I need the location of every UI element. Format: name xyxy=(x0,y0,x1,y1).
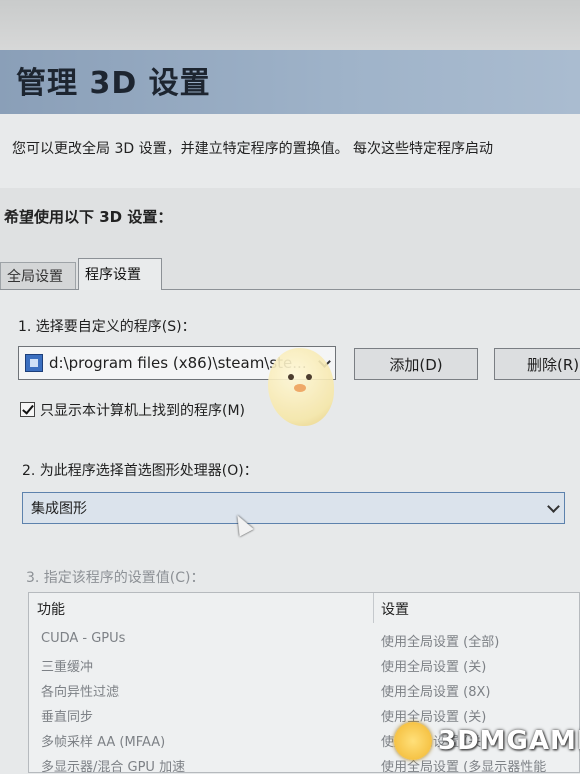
section-heading: 希望使用以下 3D 设置： xyxy=(4,208,173,226)
table-row[interactable]: 三重缓冲 使用全局设置 (关) xyxy=(29,656,579,681)
column-header-feature: 功能 xyxy=(37,602,65,618)
gpu-select-dropdown[interactable]: 集成图形 xyxy=(22,492,565,524)
row-feature: 三重缓冲 xyxy=(41,660,94,675)
chevron-down-icon xyxy=(547,500,560,513)
table-row[interactable]: 各向异性过滤 使用全局设置 (8X) xyxy=(29,681,579,706)
row-feature: 多帧采样 AA (MFAA) xyxy=(41,735,166,750)
step2-label: 2. 为此程序选择首选图形处理器(O)： xyxy=(22,463,258,479)
tab-global-settings[interactable]: 全局设置 xyxy=(0,262,76,290)
row-setting: 使用全局设置 (关) xyxy=(381,660,487,675)
show-local-programs-checkbox[interactable] xyxy=(20,402,35,417)
watermark-logo-icon xyxy=(394,722,432,760)
top-bezel xyxy=(0,0,580,50)
row-feature: 各向异性过滤 xyxy=(41,685,120,700)
remove-program-button[interactable]: 删除(R) xyxy=(494,348,580,380)
sticker-eye xyxy=(306,374,312,380)
watermark-text: 3DMGAME xyxy=(438,726,580,756)
watermark: 3DMGAME xyxy=(394,722,580,760)
row-setting: 使用全局设置 (8X) xyxy=(381,685,491,700)
table-row[interactable]: CUDA - GPUs 使用全局设置 (全部) xyxy=(29,631,579,656)
tab-program-settings[interactable]: 程序设置 xyxy=(78,258,162,290)
sticker-beak xyxy=(294,384,306,392)
row-feature: 多显示器/混合 GPU 加速 xyxy=(41,760,186,773)
column-divider[interactable] xyxy=(373,593,374,623)
page-header: 管理 3D 设置 xyxy=(0,50,580,114)
chick-sticker-icon xyxy=(268,348,334,426)
step1-label: 1. 选择要自定义的程序(S)： xyxy=(18,319,196,335)
sticker-eye xyxy=(288,374,294,380)
page-title: 管理 3D 设置 xyxy=(16,66,211,101)
row-feature: 垂直同步 xyxy=(41,710,94,725)
gpu-select-value: 集成图形 xyxy=(31,501,87,517)
row-feature: CUDA - GPUs xyxy=(41,631,126,646)
show-local-programs-label: 只显示本计算机上找到的程序(M) xyxy=(40,403,246,419)
add-program-button[interactable]: 添加(D) xyxy=(354,348,478,380)
column-header-setting: 设置 xyxy=(381,602,409,618)
step3-label: 3. 指定该程序的设置值(C)： xyxy=(26,570,205,586)
program-select-value: d:\program files (x86)\steam\ste... xyxy=(49,354,307,372)
page-description: 您可以更改全局 3D 设置，并建立特定程序的置换值。 每次这些特定程序启动 xyxy=(12,141,494,157)
program-icon xyxy=(25,354,43,372)
row-setting: 使用全局设置 (全部) xyxy=(381,635,500,650)
